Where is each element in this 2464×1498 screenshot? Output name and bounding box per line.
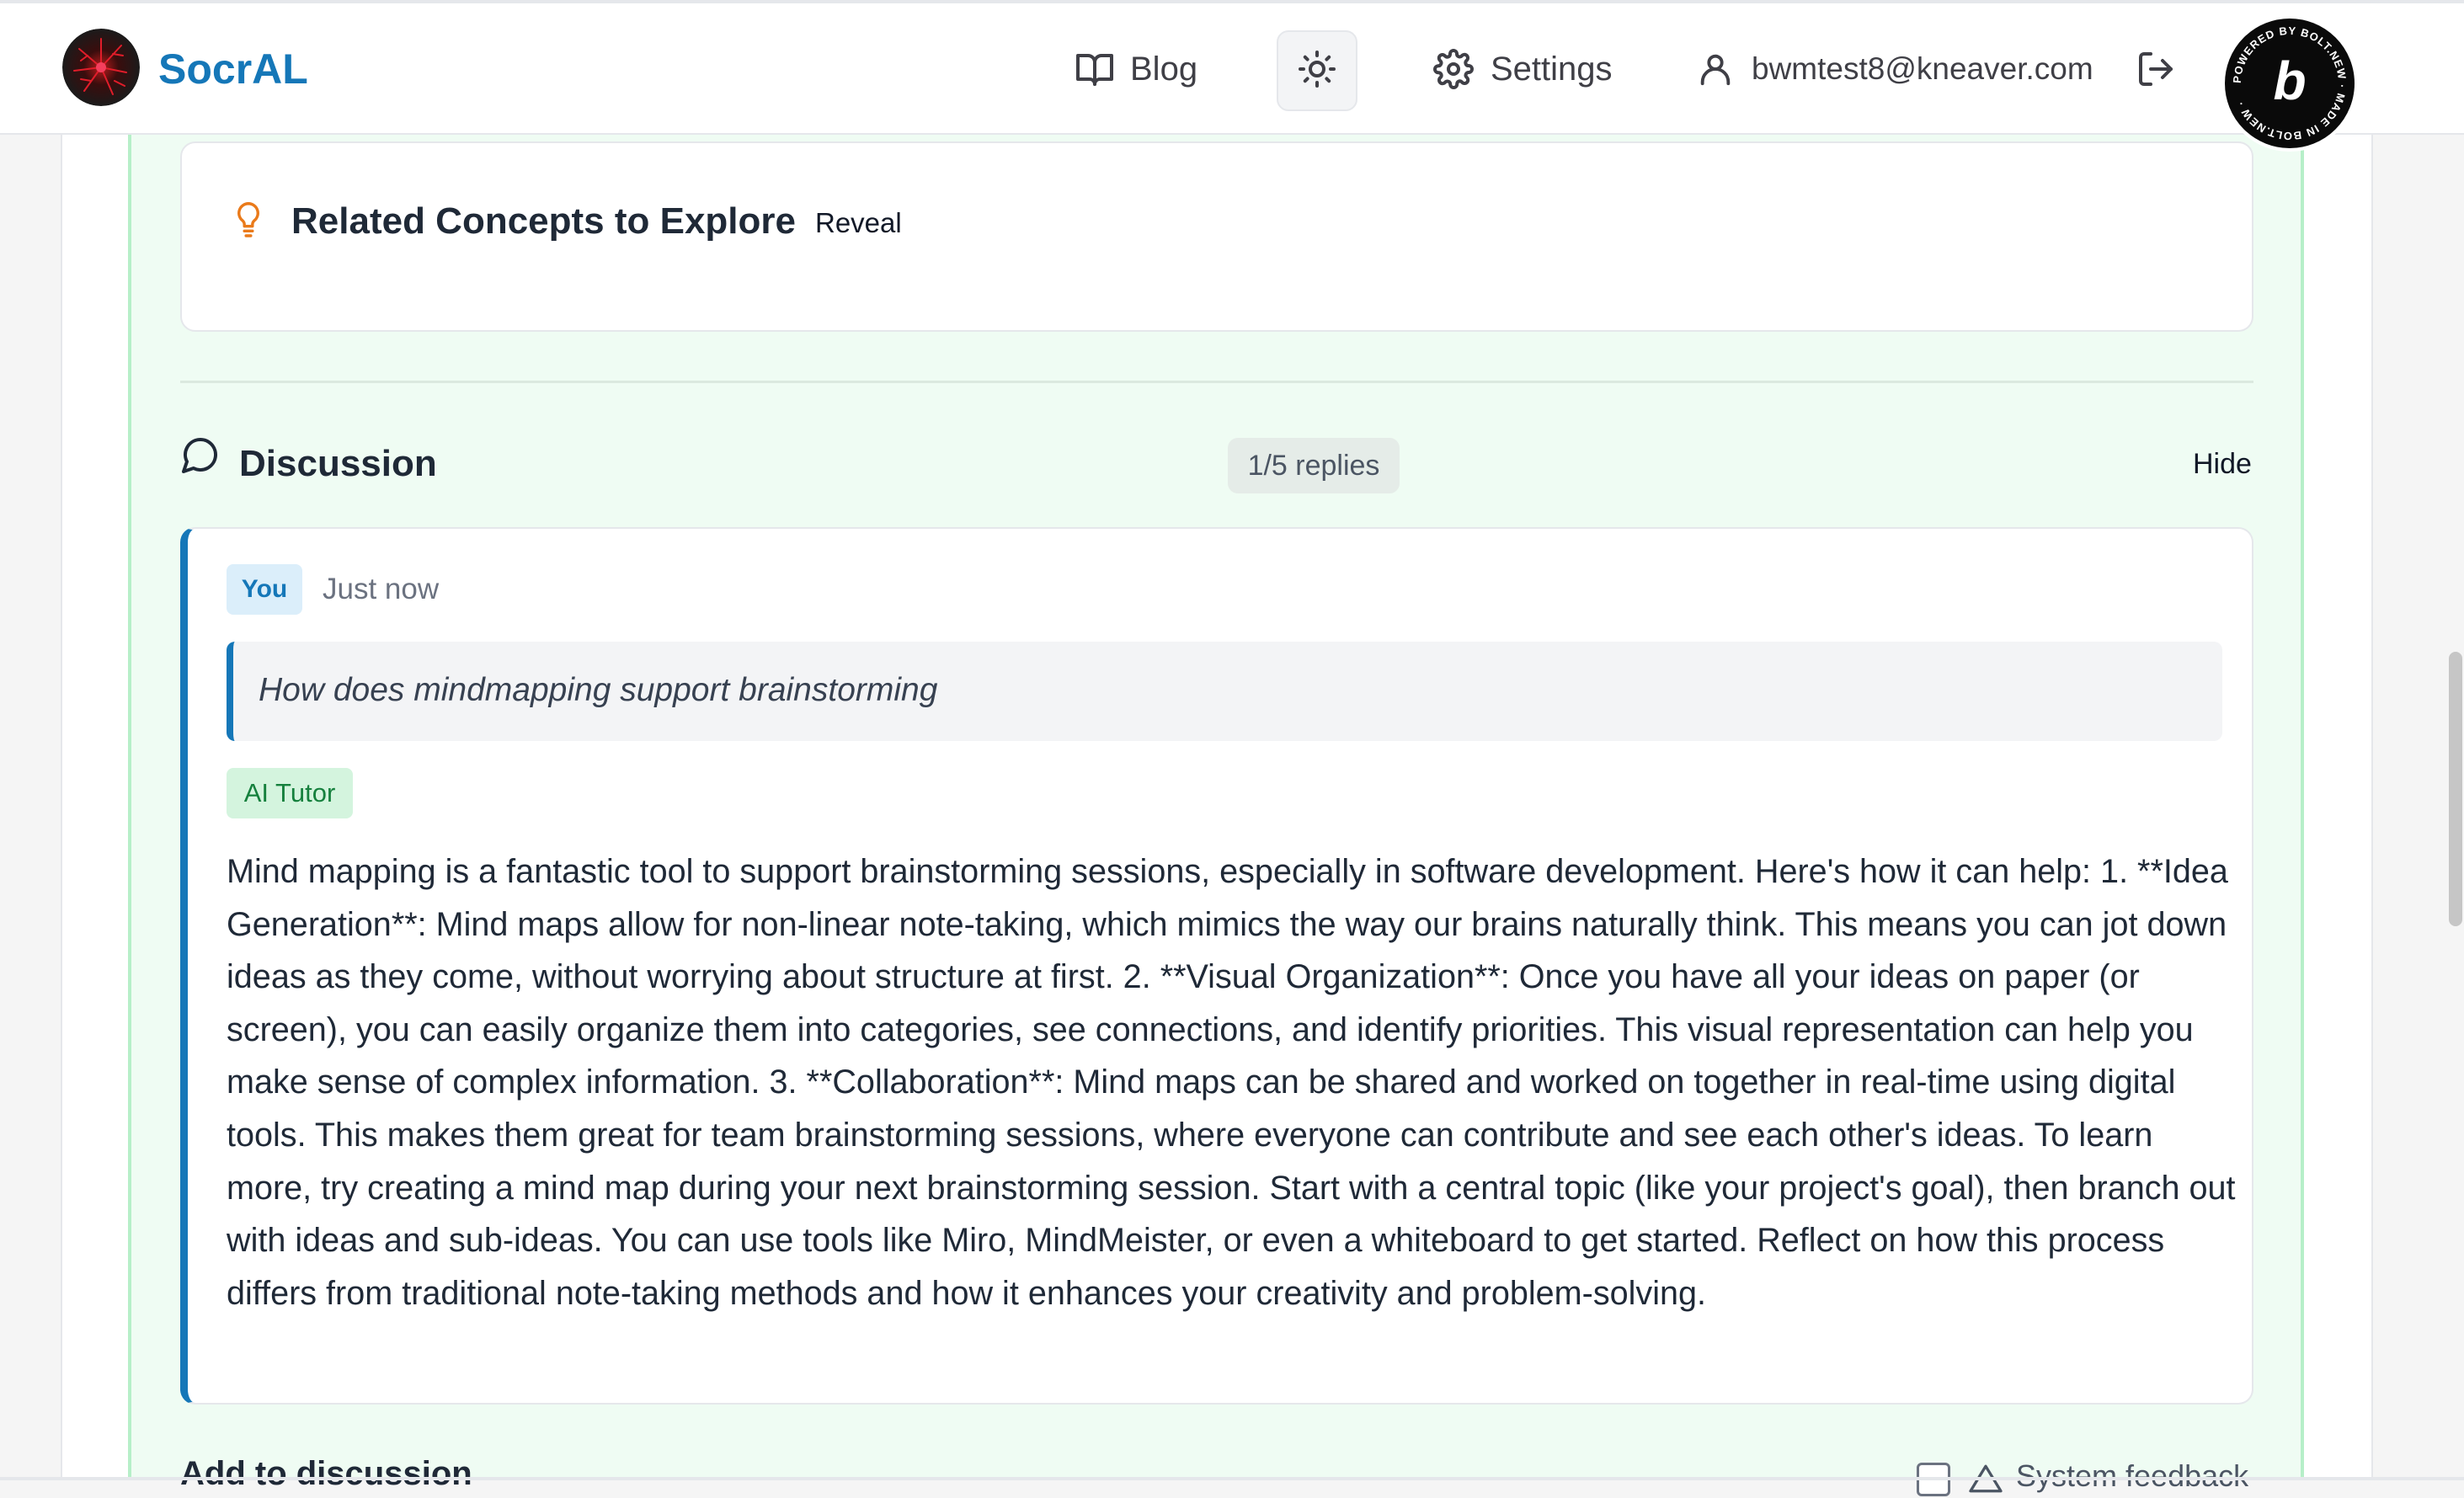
- nav-blog[interactable]: Blog: [1075, 40, 1197, 98]
- message-timestamp: Just now: [323, 573, 440, 605]
- user-question-text: How does mindmapping support brainstormi…: [259, 672, 938, 708]
- discussion-message: You Just now How does mindmapping suppor…: [180, 527, 2253, 1405]
- warning-triangle-icon: [1969, 1463, 2003, 1498]
- lightbulb-icon: [234, 200, 263, 247]
- chat-bubble-icon: [180, 434, 221, 479]
- user-question-quote: How does mindmapping support brainstormi…: [227, 642, 2222, 741]
- hide-discussion-button[interactable]: Hide: [2193, 448, 2252, 481]
- section-divider: [180, 381, 2253, 383]
- user-account[interactable]: bwmtest8@kneaver.com: [1696, 40, 2093, 98]
- user-email: bwmtest8@kneaver.com: [1752, 51, 2093, 86]
- reveal-button[interactable]: Reveal: [815, 207, 902, 239]
- logout-icon[interactable]: [2136, 49, 2176, 93]
- discussion-title: Discussion: [239, 443, 437, 484]
- nav-settings-label: Settings: [1491, 50, 1613, 88]
- nav-blog-label: Blog: [1130, 50, 1198, 88]
- gear-icon: [1433, 49, 1474, 89]
- replies-count-badge: 1/5 replies: [1228, 438, 1400, 493]
- viewport-bottom-edge: [0, 1477, 2464, 1480]
- system-feedback-label: System feedback: [2016, 1458, 2249, 1493]
- related-concepts-title: Related Concepts to Explore: [291, 200, 797, 242]
- author-badge: You: [227, 564, 302, 615]
- svg-text:b: b: [2273, 51, 2306, 111]
- brand-name[interactable]: SocrAL: [158, 44, 308, 94]
- top-navbar: SocrAL Blog Settings bwmtest8@kneaver.co…: [0, 0, 2464, 135]
- related-concepts-card: Related Concepts to Explore Reveal: [180, 141, 2253, 332]
- page-scrollbar[interactable]: [2449, 652, 2462, 926]
- ai-tutor-badge: AI Tutor: [227, 768, 353, 818]
- ai-tutor-answer: Mind mapping is a fantastic tool to supp…: [227, 853, 2236, 1312]
- book-icon: [1075, 49, 1115, 89]
- theme-toggle-button[interactable]: [1277, 30, 1357, 111]
- socral-logo[interactable]: [62, 29, 140, 106]
- nav-settings[interactable]: Settings: [1433, 40, 1613, 98]
- user-icon: [1696, 50, 1735, 88]
- made-in-bolt-badge[interactable]: POWERED BY BOLT.NEW · MADE IN BOLT.NEW ·…: [2221, 15, 2358, 152]
- add-to-discussion-label: Add to discussion: [180, 1455, 472, 1492]
- sun-icon: [1297, 49, 1337, 93]
